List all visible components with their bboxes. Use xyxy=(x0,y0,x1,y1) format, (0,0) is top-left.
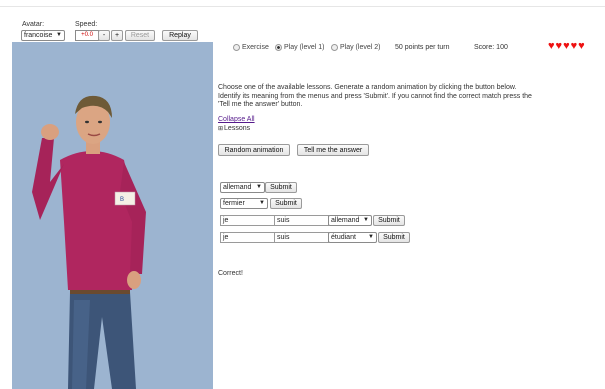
row3-submit-button[interactable]: Submit xyxy=(373,215,405,226)
speed-label: Speed: xyxy=(75,21,98,28)
row1-select[interactable]: allemand ▼ xyxy=(220,182,265,193)
heart-icon: ♥ xyxy=(548,40,555,52)
radio-play-level-2-label: Play (level 2) xyxy=(340,44,381,51)
row4-select-value: étudiant xyxy=(331,234,356,241)
chevron-down-icon: ▼ xyxy=(259,200,265,206)
score-display: Score: 100 xyxy=(474,44,508,51)
radio-play-level-2[interactable]: Play (level 2) xyxy=(331,44,380,51)
row3-word2-input[interactable]: suis xyxy=(274,215,329,226)
row3-select[interactable]: allemand ▼ xyxy=(328,215,372,226)
lessons-label: Lessons xyxy=(224,125,251,132)
expand-icon: ⊞ xyxy=(218,126,224,132)
row1-submit-button[interactable]: Submit xyxy=(265,182,297,193)
lessons-tree[interactable]: ⊞ Lessons xyxy=(218,125,250,132)
tell-me-answer-button[interactable]: Tell me the answer xyxy=(297,144,369,156)
row4-word1-input[interactable]: je xyxy=(220,232,275,243)
row3-select-value: allemand xyxy=(331,217,360,224)
heart-icon: ♥ xyxy=(563,40,570,52)
avatar-label: Avatar: xyxy=(22,21,45,28)
chevron-down-icon: ▼ xyxy=(368,234,374,240)
chevron-down-icon: ▼ xyxy=(363,217,369,223)
row2-select[interactable]: fermier ▼ xyxy=(220,198,268,209)
speed-increase-button[interactable]: + xyxy=(111,30,123,41)
chevron-down-icon: ▼ xyxy=(256,184,262,190)
points-per-turn: 50 points per turn xyxy=(395,44,450,51)
radio-exercise-dot xyxy=(233,44,240,51)
collapse-all-link[interactable]: Collapse All xyxy=(218,116,255,123)
avatar-viewport[interactable]: B xyxy=(12,42,213,389)
row2-select-value: fermier xyxy=(223,200,245,207)
result-message: Correct! xyxy=(218,270,243,277)
row2-submit-button[interactable]: Submit xyxy=(270,198,302,209)
row4-submit-button[interactable]: Submit xyxy=(378,232,410,243)
avatar-select-value: francoise xyxy=(24,32,53,39)
lives-hearts: ♥ ♥ ♥ ♥ ♥ xyxy=(548,40,585,52)
row1-select-value: allemand xyxy=(223,184,252,191)
radio-play-level-1-label: Play (level 1) xyxy=(284,44,325,51)
heart-icon: ♥ xyxy=(555,40,563,52)
avatar-figure: B xyxy=(32,95,146,389)
badge-text: B xyxy=(120,197,124,203)
radio-play-level-1-dot xyxy=(275,44,282,51)
heart-icon: ♥ xyxy=(578,40,585,52)
top-divider xyxy=(0,6,605,7)
reset-button[interactable]: Reset xyxy=(125,30,155,41)
row4-select[interactable]: étudiant ▼ xyxy=(328,232,377,243)
radio-play-level-2-dot xyxy=(331,44,338,51)
speed-decrease-button[interactable]: - xyxy=(98,30,110,41)
radio-exercise-label: Exercise xyxy=(242,44,269,51)
heart-icon: ♥ xyxy=(570,40,578,52)
avatar-select[interactable]: francoise ▼ xyxy=(21,30,65,41)
replay-button[interactable]: Replay xyxy=(162,30,198,41)
radio-play-level-1[interactable]: Play (level 1) xyxy=(275,44,324,51)
random-animation-button[interactable]: Random animation xyxy=(218,144,290,156)
instructions-text: Choose one of the available lessons. Gen… xyxy=(218,84,532,108)
row4-word2-input[interactable]: suis xyxy=(274,232,329,243)
speed-value[interactable]: +0.0 xyxy=(75,30,99,41)
chevron-down-icon: ▼ xyxy=(56,32,62,38)
radio-exercise[interactable]: Exercise xyxy=(233,44,269,51)
row3-word1-input[interactable]: je xyxy=(220,215,275,226)
